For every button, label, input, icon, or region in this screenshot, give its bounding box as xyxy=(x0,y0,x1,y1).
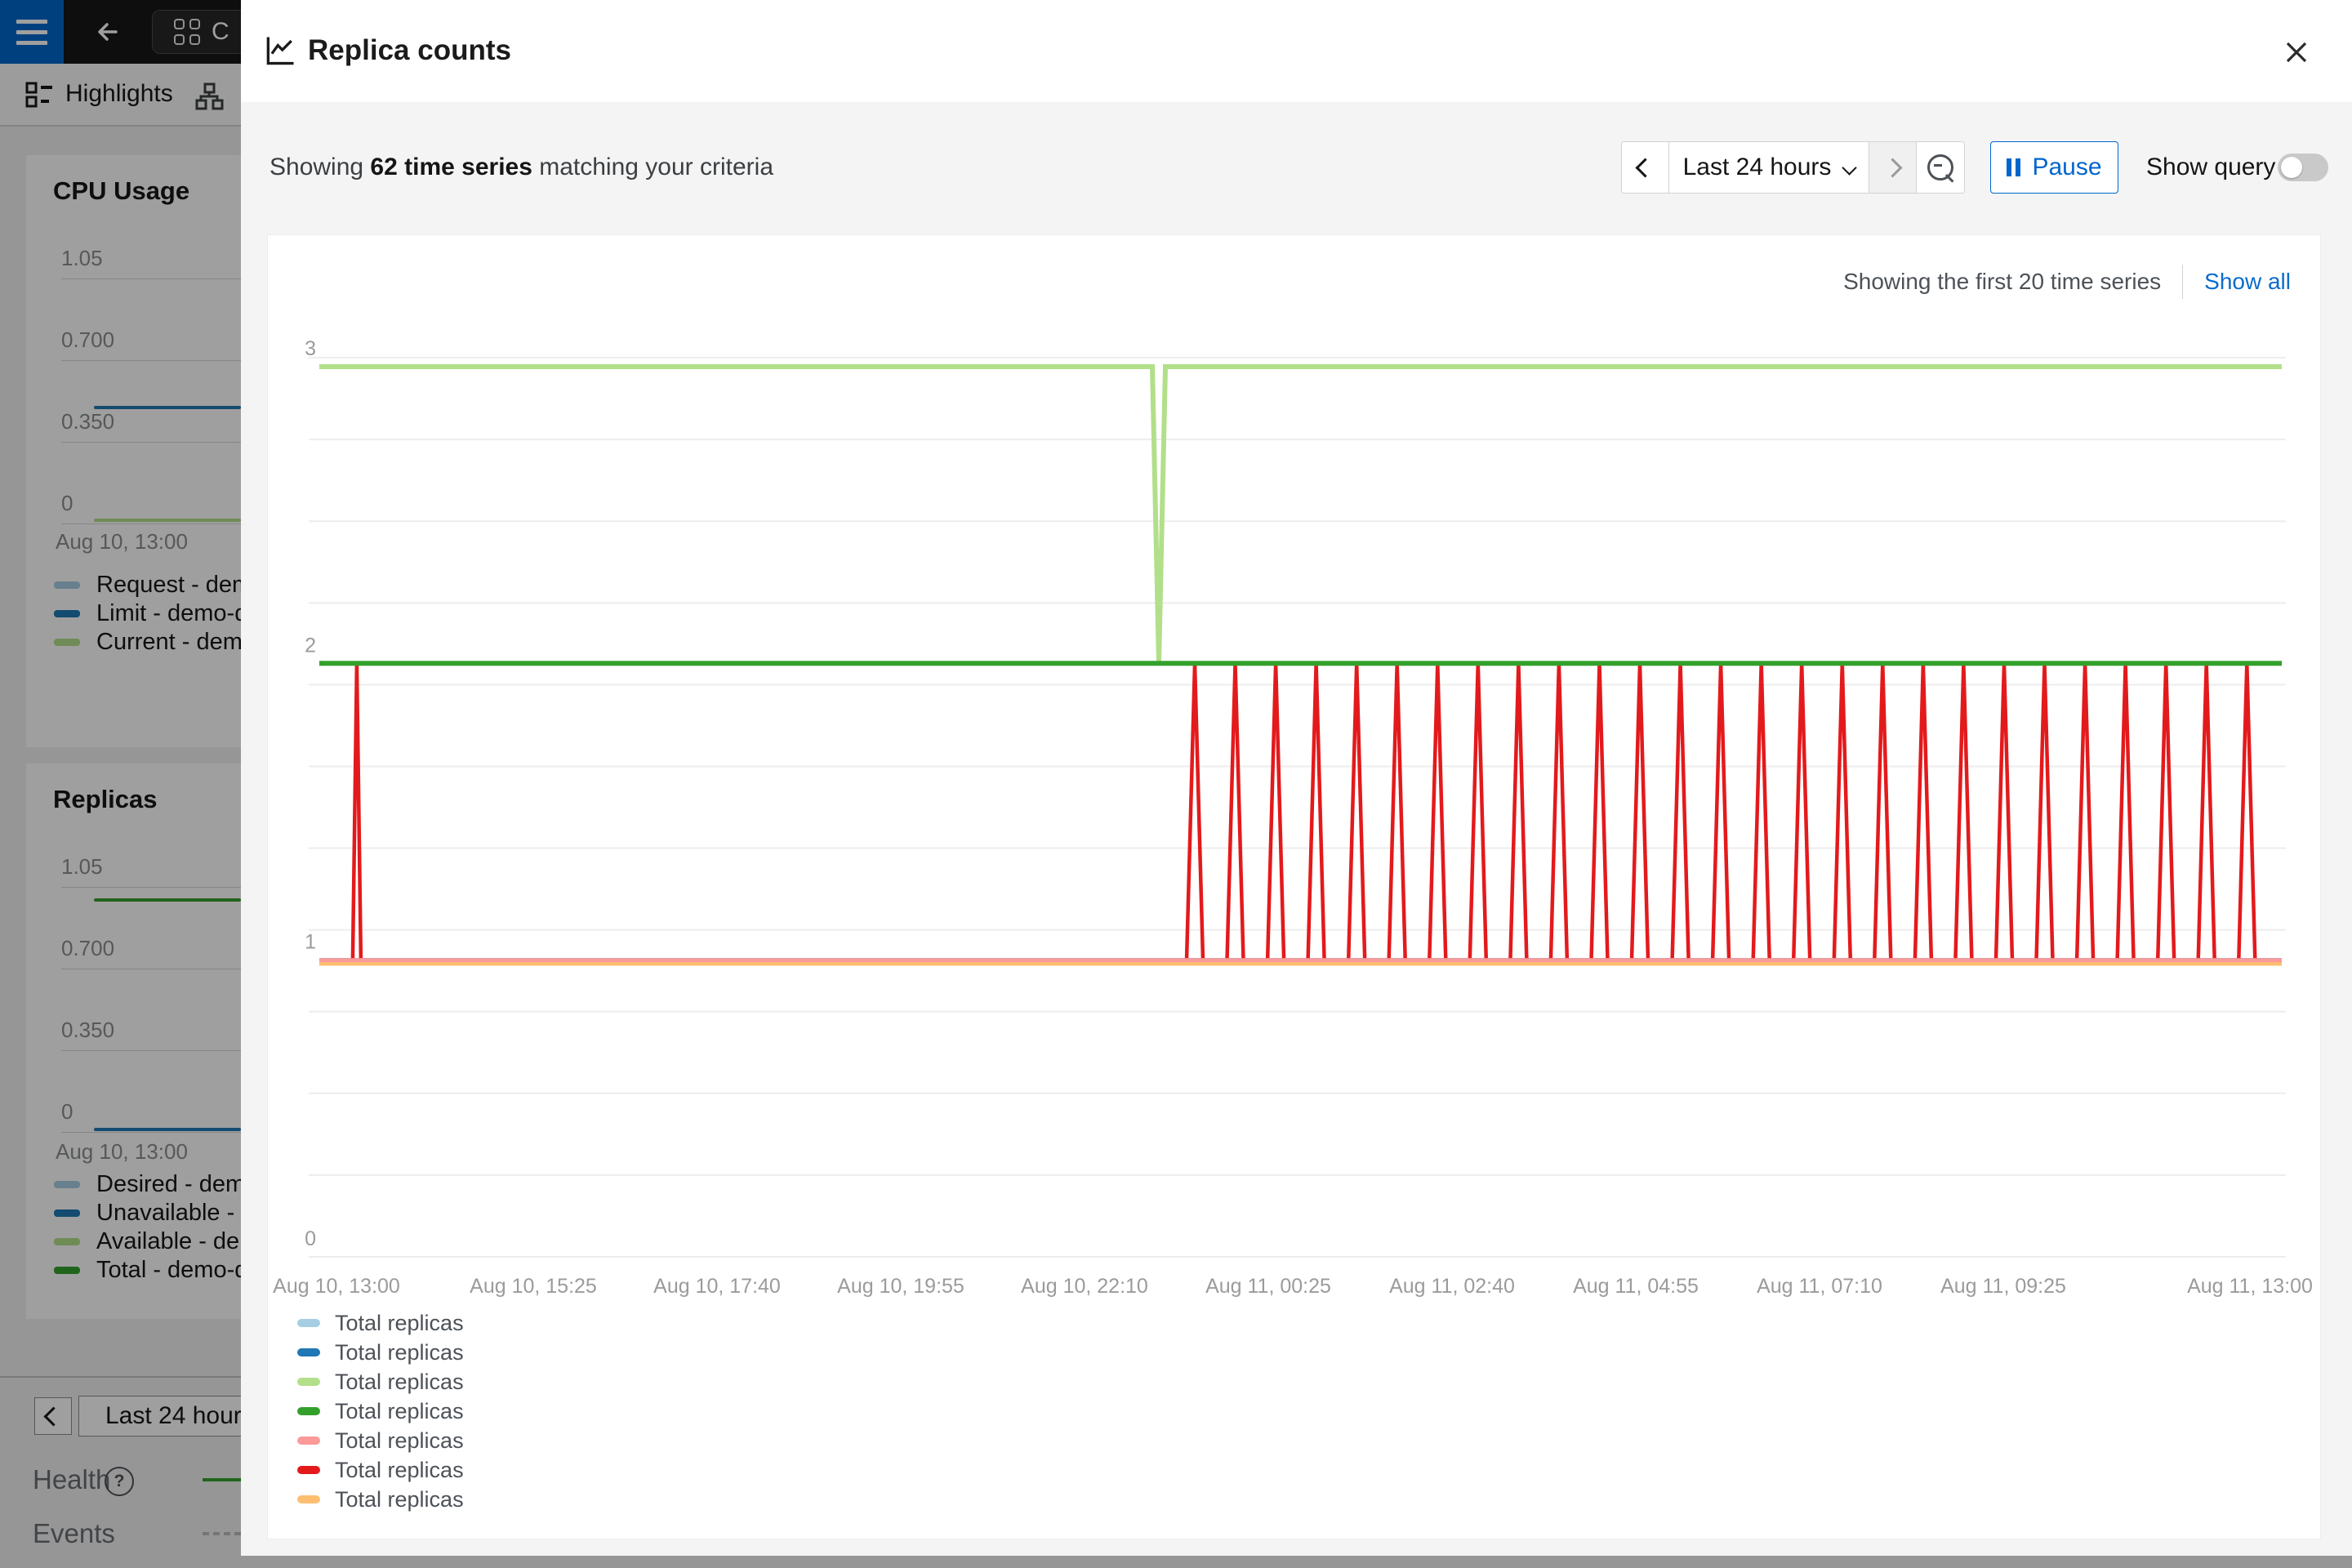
svg-text:Aug 10, 22:10: Aug 10, 22:10 xyxy=(1021,1275,1148,1298)
note-divider xyxy=(2182,265,2183,299)
first-20-note: Showing the first 20 time series xyxy=(1843,269,2161,295)
show-all-link[interactable]: Show all xyxy=(2204,269,2291,295)
chevron-right-icon xyxy=(1882,158,1902,177)
legend-swatch xyxy=(297,1437,320,1445)
page: C Highlights xyxy=(0,0,2352,1568)
legend-item[interactable]: Total replicas xyxy=(297,1429,464,1452)
time-next-button-disabled[interactable] xyxy=(1869,142,1917,193)
pause-icon xyxy=(2007,158,2020,176)
legend-swatch xyxy=(297,1348,320,1356)
time-range-control-group: Last 24 hours xyxy=(1621,141,1965,194)
svg-text:1: 1 xyxy=(305,931,316,954)
close-icon xyxy=(2280,36,2313,69)
legend-item[interactable]: Total replicas xyxy=(297,1341,464,1364)
time-prev-button[interactable] xyxy=(1622,142,1669,193)
legend-item[interactable]: Total replicas xyxy=(297,1488,464,1511)
legend-label: Total replicas xyxy=(335,1428,464,1454)
legend-label: Total replicas xyxy=(335,1399,464,1424)
legend-swatch xyxy=(297,1466,320,1474)
show-query-label: Show query xyxy=(2146,154,2275,181)
modal-header: Replica counts xyxy=(241,0,2352,102)
svg-text:Aug 11, 00:25: Aug 11, 00:25 xyxy=(1205,1275,1331,1298)
time-range-value: Last 24 hours xyxy=(1683,154,1832,181)
svg-text:Aug 11, 04:55: Aug 11, 04:55 xyxy=(1573,1275,1699,1298)
legend-swatch xyxy=(297,1319,320,1327)
close-button[interactable] xyxy=(2280,36,2313,69)
legend-swatch xyxy=(297,1495,320,1503)
chevron-left-icon xyxy=(1635,158,1655,177)
legend-item[interactable]: Total replicas xyxy=(297,1459,464,1481)
show-query-toggle[interactable] xyxy=(2278,154,2328,181)
legend-label: Total replicas xyxy=(335,1458,464,1483)
legend-item[interactable]: Total replicas xyxy=(297,1400,464,1423)
replica-counts-modal: Replica counts Showing 62 time series ma… xyxy=(241,0,2352,1556)
replica-chart: 3 2 1 0 Aug 10, 13:00 Aug 10, 15:25 Aug 10, 17… xyxy=(268,235,2320,1539)
svg-text:Aug 10, 13:00: Aug 10, 13:00 xyxy=(273,1275,400,1298)
legend-label: Total replicas xyxy=(335,1370,464,1395)
pause-button[interactable]: Pause xyxy=(1990,141,2118,194)
zoom-out-button[interactable] xyxy=(1917,142,1964,193)
legend-label: Total replicas xyxy=(335,1487,464,1512)
legend-label: Total replicas xyxy=(335,1340,464,1365)
legend-swatch xyxy=(297,1407,320,1415)
svg-text:Aug 10, 17:40: Aug 10, 17:40 xyxy=(653,1275,781,1298)
time-range-select[interactable]: Last 24 hours xyxy=(1669,142,1869,193)
series-summary: Showing 62 time series matching your cri… xyxy=(270,154,773,181)
line-chart-icon xyxy=(262,33,298,73)
svg-text:Aug 11, 09:25: Aug 11, 09:25 xyxy=(1940,1275,2066,1298)
toggle-knob xyxy=(2281,157,2302,178)
legend-swatch xyxy=(297,1378,320,1386)
svg-text:Aug 11, 02:40: Aug 11, 02:40 xyxy=(1389,1275,1515,1298)
chart-card-note: Showing the first 20 time series Show al… xyxy=(1843,265,2291,299)
svg-text:2: 2 xyxy=(305,634,316,657)
chart-card: 3 2 1 0 Aug 10, 13:00 Aug 10, 15:25 Aug 10, 17… xyxy=(267,234,2321,1539)
svg-text:Aug 11, 07:10: Aug 11, 07:10 xyxy=(1757,1275,1882,1298)
svg-text:Aug 10, 15:25: Aug 10, 15:25 xyxy=(470,1275,597,1298)
modal-title: Replica counts xyxy=(308,34,511,67)
chart-legend: Total replicas Total replicas Total repl… xyxy=(297,1312,464,1511)
svg-text:Aug 11, 13:00: Aug 11, 13:00 xyxy=(2187,1275,2313,1298)
svg-text:0: 0 xyxy=(305,1227,316,1250)
magnifier-minus-icon xyxy=(1927,154,1953,180)
chevron-down-icon xyxy=(1842,160,1857,175)
svg-text:Aug 10, 19:55: Aug 10, 19:55 xyxy=(837,1275,964,1298)
pause-label: Pause xyxy=(2032,154,2101,181)
legend-label: Total replicas xyxy=(335,1311,464,1336)
legend-item[interactable]: Total replicas xyxy=(297,1370,464,1393)
legend-item[interactable]: Total replicas xyxy=(297,1312,464,1334)
svg-text:3: 3 xyxy=(305,337,316,360)
